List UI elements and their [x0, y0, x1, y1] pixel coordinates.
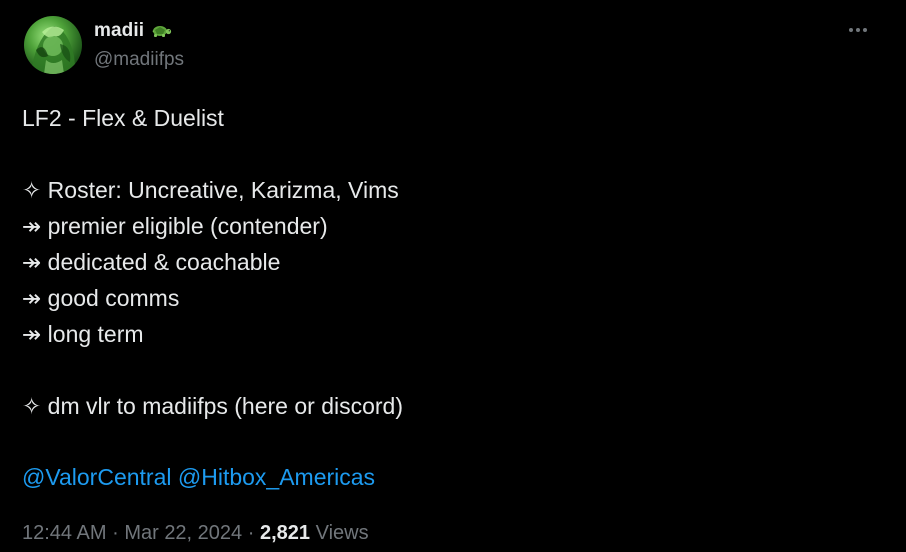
tweet-line: ↠ long term — [22, 321, 144, 347]
tweet-line: ↠ premier eligible (contender) — [22, 213, 328, 239]
name-row: madii — [94, 19, 184, 43]
tweet-line: ✧ dm vlr to madiifps (here or discord) — [22, 393, 403, 419]
turtle-icon — [150, 23, 172, 39]
views-label: Views — [315, 522, 369, 544]
avatar-image — [30, 26, 76, 74]
tweet-time[interactable]: 12:44 AM — [22, 522, 107, 544]
meta-separator: · — [247, 522, 255, 544]
mention-link-valorcentral[interactable]: @ValorCentral — [22, 464, 171, 490]
tweet-date[interactable]: Mar 22, 2024 — [124, 522, 242, 544]
display-name[interactable]: madii — [94, 20, 144, 42]
tweet-line: LF2 - Flex & Duelist — [22, 105, 224, 131]
tweet-line: ✧ Roster: Uncreative, Karizma, Vims — [22, 177, 399, 203]
tweet-meta: 12:44 AM · Mar 22, 2024 · 2,821 Views — [22, 519, 369, 547]
mention-link-hitbox-americas[interactable]: @Hitbox_Americas — [178, 464, 375, 490]
tweet-card: madii @madiifps LF2 - Flex & Duelist ✧ R… — [0, 0, 906, 552]
user-handle[interactable]: @madiifps — [94, 49, 184, 71]
tweet-text: LF2 - Flex & Duelist ✧ Roster: Uncreativ… — [22, 100, 403, 424]
tweet-line: ↠ good comms — [22, 285, 180, 311]
more-horizontal-icon — [849, 28, 867, 32]
avatar[interactable] — [24, 16, 82, 74]
views-count: 2,821 — [259, 522, 311, 544]
mentions: @ValorCentral @Hitbox_Americas — [22, 459, 375, 495]
tweet-line: ↠ dedicated & coachable — [22, 249, 281, 275]
more-options-button[interactable] — [846, 22, 870, 38]
author-info: madii @madiifps — [94, 19, 184, 71]
meta-separator: · — [112, 522, 119, 544]
